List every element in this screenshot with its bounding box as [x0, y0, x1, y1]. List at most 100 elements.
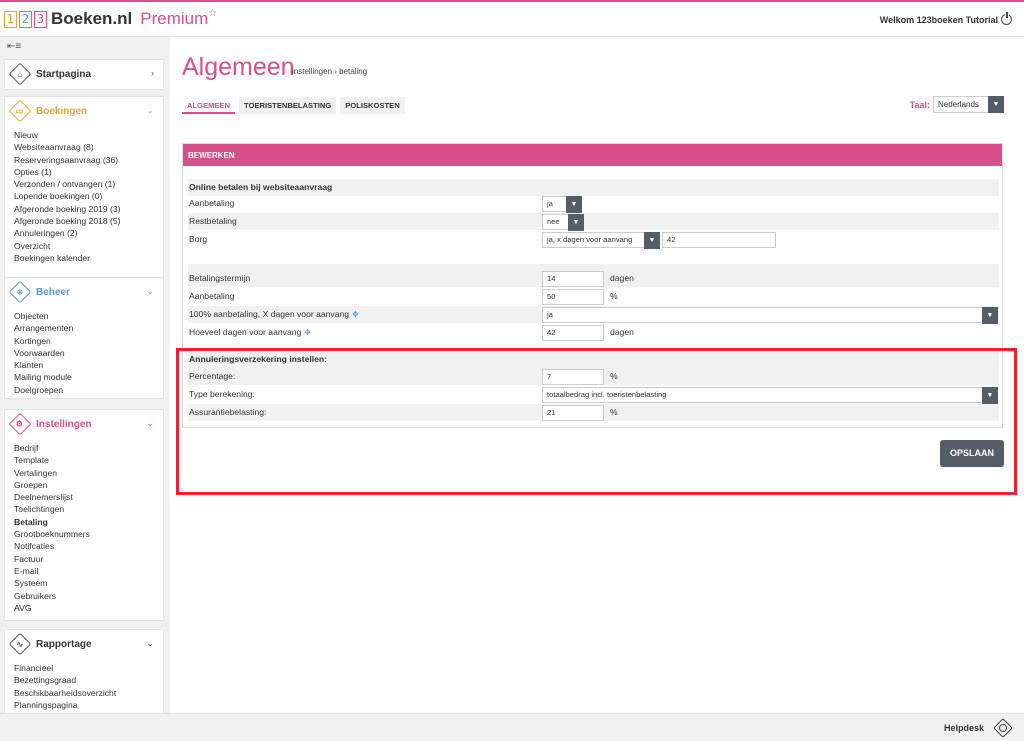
borg-days-input[interactable]: 42: [662, 232, 776, 248]
footer: Helpdesk: [0, 713, 1024, 741]
sidebar-item[interactable]: Kortingen: [14, 335, 155, 347]
premium-label: Premium: [140, 9, 209, 28]
sidebar-panel-rapportage: ∿ Rapportage ⌄ Financieel Bezettingsgraad…: [4, 629, 164, 713]
logo-digit-2: 2: [19, 10, 32, 28]
sidebar-item[interactable]: Systeem: [14, 577, 155, 589]
sidebar-item[interactable]: Vertalingen: [14, 467, 155, 479]
sidebar-item[interactable]: Mailing module: [14, 371, 155, 383]
tab-toeristenbelasting[interactable]: TOERISTENBELASTING: [239, 97, 337, 114]
sidebar-item[interactable]: Notifcaties: [14, 540, 155, 552]
sidebar-item[interactable]: Bedrijf: [14, 442, 155, 454]
panel-items: Nieuw Websiteaanvraag (8) Reserveringsaanv…: [5, 125, 163, 270]
sidebar-item[interactable]: Afgeronde boeking 2018 (5): [14, 215, 155, 227]
sidebar-item[interactable]: Websiteaanvraag (8): [14, 141, 155, 153]
sidebar-item[interactable]: Betaling: [14, 516, 155, 528]
tab-poliskosten[interactable]: POLISKOSTEN: [340, 97, 405, 114]
helpdesk-icon[interactable]: [993, 718, 1013, 738]
calendar-icon: ▭: [8, 99, 32, 123]
sidebar-item[interactable]: Beschikbaarheidsoverzicht: [14, 687, 155, 699]
sidebar-item[interactable]: Arrangementen: [14, 322, 155, 334]
field-label: Restbetaling: [189, 216, 237, 226]
panel-title: Instellingen: [36, 418, 92, 430]
sidebar-item[interactable]: Klanten: [14, 359, 155, 371]
sidebar-item[interactable]: Boekingen kalender: [14, 252, 155, 264]
logo[interactable]: 1 2 3 Boeken.nl Premium ☆: [4, 7, 218, 29]
highlight-annotation-box: [176, 348, 1017, 495]
sidebar-item[interactable]: Financieel: [14, 662, 155, 674]
unit-label: dagen: [610, 327, 634, 337]
language-value: Nederlands: [938, 100, 979, 109]
panel-items: Objecten Arrangementen Kortingen Voorwaarde…: [5, 306, 163, 402]
tab-algemeen[interactable]: ALGEMEEN: [182, 97, 236, 114]
form-row-betalingstermijn: Betalingstermijn 14 dagen: [188, 270, 999, 287]
brand-name: Boeken.nl: [51, 9, 133, 28]
sidebar-item[interactable]: AVG: [14, 602, 155, 614]
sidebar-item[interactable]: Bezettingsgraad: [14, 674, 155, 686]
panel-items: Financieel Bezettingsgraad Beschikbaarheid…: [5, 658, 163, 713]
chevron-down-icon: ⌄: [146, 105, 154, 115]
section-title: Online betalen bij websiteaanvraag: [189, 182, 333, 192]
language-select[interactable]: Nederlands ▼: [933, 96, 1004, 113]
sidebar-item[interactable]: Reserveringsaanvraag (36): [14, 154, 155, 166]
sidebar-item[interactable]: Lopende boekingen (0): [14, 190, 155, 202]
settings-icon: ⚙: [8, 412, 32, 436]
sidebar-item[interactable]: Toelichtingen: [14, 503, 155, 515]
betalingstermijn-input[interactable]: 14: [542, 271, 604, 287]
panel-title: Boekingen: [36, 105, 88, 117]
logo-digit-3: 3: [34, 10, 47, 28]
breadcrumb[interactable]: instellingen › betaling: [292, 67, 367, 76]
select-value: ja, x dagen voor aanvang: [547, 235, 633, 244]
sidebar-item[interactable]: Verzonden / ontvangen (1): [14, 178, 155, 190]
sidebar-item[interactable]: Opties (1): [14, 166, 155, 178]
panel-header[interactable]: ⁜ Beheer ⌄: [5, 278, 163, 306]
sidebar-item[interactable]: Afgeronde boeking 2019 (3): [14, 203, 155, 215]
sidebar-item[interactable]: Planningspagina: [14, 699, 155, 711]
sidebar-item[interactable]: Voorwaarden: [14, 347, 155, 359]
dropdown-arrow-icon: ▼: [566, 196, 582, 213]
field-label: Betalingstermijn: [189, 273, 251, 283]
helpdesk-link[interactable]: Helpdesk: [944, 723, 984, 733]
sidebar-item[interactable]: E-mail: [14, 565, 155, 577]
logo-digit-1: 1: [4, 10, 17, 28]
select-value: ja: [547, 310, 553, 319]
dropdown-arrow-icon: ▼: [982, 307, 998, 324]
welcome-user: Welkom 123boeken Tutorial: [880, 12, 1012, 25]
sidebar-item[interactable]: Deelnemerslijst: [14, 491, 155, 503]
panel-items: Bedrijf Template Vertalingen Groepen Deelnem…: [5, 438, 163, 620]
panel-header[interactable]: ▭ Boekingen ⌄: [5, 97, 163, 125]
menu-collapse-icon[interactable]: ⇤≡: [7, 41, 23, 52]
full-payment-select[interactable]: ja ▼: [542, 307, 998, 324]
info-icon[interactable]: ✥: [304, 328, 313, 337]
borg-select[interactable]: ja, x dagen voor aanvang ▼: [542, 232, 660, 249]
field-label: Borg: [189, 234, 208, 244]
star-icon: ☆: [208, 7, 218, 19]
chevron-down-icon: ⌄: [146, 418, 154, 428]
language-selector: Taal: Nederlands ▼: [910, 96, 1004, 113]
language-label: Taal:: [909, 99, 930, 110]
chevron-right-icon: ›: [151, 68, 154, 78]
sidebar-item[interactable]: Template: [14, 454, 155, 466]
unit-label: dagen: [610, 273, 634, 283]
panel-header[interactable]: ⚙ Instellingen ⌄: [5, 410, 163, 438]
sidebar: ⇤≡ ⌂ Startpagina › ▭ Boekingen ⌄ Nieuw We…: [0, 37, 170, 713]
panel-header[interactable]: ∿ Rapportage ⌄: [5, 630, 163, 658]
sidebar-item[interactable]: Gebruikers: [14, 590, 155, 602]
sidebar-panel-startpagina[interactable]: ⌂ Startpagina ›: [4, 59, 164, 90]
dagen-input[interactable]: 42: [542, 325, 604, 341]
sidebar-item[interactable]: Factuur: [14, 553, 155, 565]
sidebar-item[interactable]: Grootboeknummers: [14, 528, 155, 540]
form-row-full-payment: 100% aanbetaling, X dagen voor aanvang ✥ …: [188, 306, 999, 324]
tab-bar: ALGEMEEN TOERISTENBELASTING POLISKOSTEN: [182, 97, 409, 114]
aanbetaling-percentage-input[interactable]: 50: [542, 289, 604, 305]
sidebar-item[interactable]: Overzicht: [14, 240, 155, 252]
sidebar-item[interactable]: Nieuw: [14, 129, 155, 141]
sidebar-item[interactable]: Objecten: [14, 310, 155, 322]
power-icon[interactable]: [1001, 12, 1012, 25]
restbetaling-select[interactable]: nee ▼: [542, 214, 584, 231]
sidebar-item[interactable]: Doelgroepen: [14, 384, 155, 396]
aanbetaling-select[interactable]: ja ▼: [542, 196, 582, 213]
info-icon[interactable]: ✥: [352, 310, 361, 319]
sidebar-item[interactable]: Annuleringen (2): [14, 227, 155, 239]
dropdown-arrow-icon: ▼: [988, 96, 1004, 113]
sidebar-item[interactable]: Groepen: [14, 479, 155, 491]
